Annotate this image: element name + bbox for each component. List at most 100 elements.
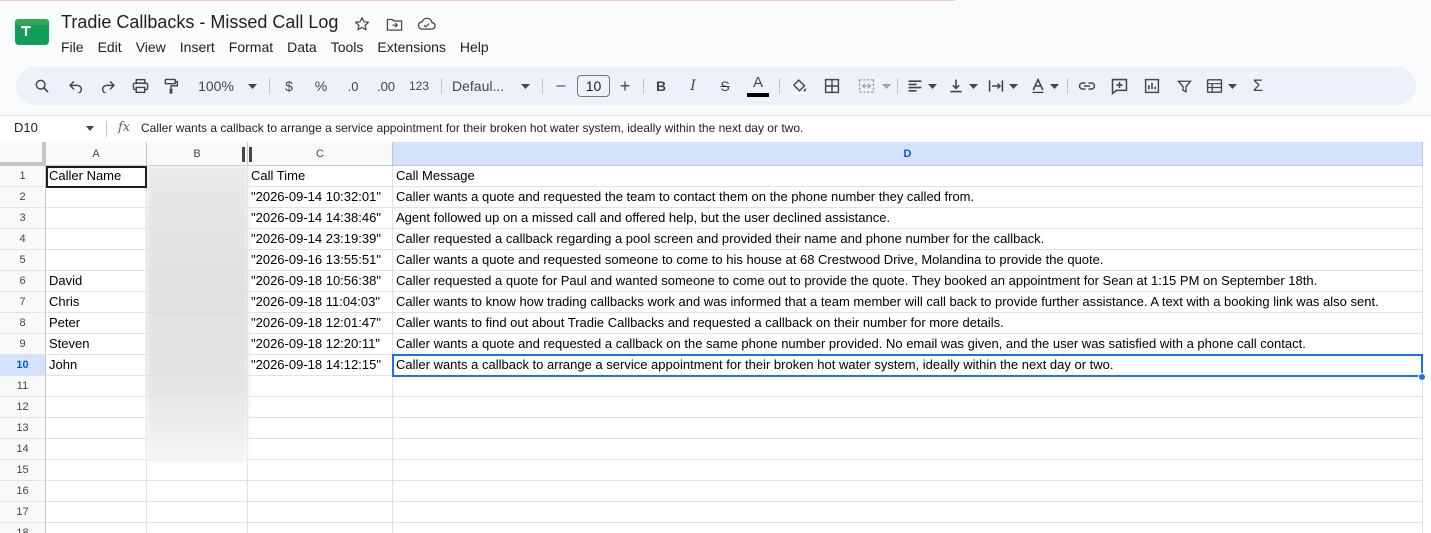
cell-b17[interactable] (147, 502, 248, 523)
sheet-grid[interactable]: A B C D 1 Caller Name Call Time Call Messag… (0, 142, 1431, 533)
cell-c3[interactable]: "2026-09-14 14:38:46" (248, 208, 393, 229)
functions-button[interactable]: Σ (1248, 67, 1268, 105)
vertical-align-icon[interactable] (946, 67, 966, 105)
row-header[interactable]: 17 (0, 502, 46, 523)
column-header-a[interactable]: A (46, 142, 147, 166)
row-header[interactable]: 18 (0, 523, 46, 533)
merge-chevron-down-icon[interactable] (880, 67, 892, 105)
cell-c7[interactable]: "2026-09-18 11:04:03" (248, 292, 393, 313)
horizontal-align-icon[interactable] (905, 67, 925, 105)
row-header[interactable]: 1 (0, 166, 46, 187)
menu-file[interactable]: File (54, 38, 91, 56)
column-header-c[interactable]: C (248, 142, 393, 166)
document-title[interactable]: Tradie Callbacks - Missed Call Log (61, 12, 338, 33)
zoom-select[interactable]: 100% (194, 67, 238, 105)
cell-a16[interactable] (46, 481, 147, 502)
paint-format-icon[interactable] (161, 67, 181, 105)
insert-chart-icon[interactable] (1142, 67, 1162, 105)
cell-d7[interactable]: Caller wants to know how trading callbac… (393, 292, 1423, 313)
fill-handle[interactable] (1418, 373, 1426, 381)
text-color-button[interactable]: A (747, 67, 769, 105)
cell-d1[interactable]: Call Message (393, 166, 1423, 187)
cell-d18[interactable] (393, 523, 1423, 533)
print-icon[interactable] (130, 67, 150, 105)
decrease-font-size-button[interactable]: – (553, 67, 569, 105)
cell-a8[interactable]: Peter (46, 313, 147, 334)
row-header[interactable]: 4 (0, 229, 46, 250)
cell-c9[interactable]: "2026-09-18 12:20:11" (248, 334, 393, 355)
cell-a10[interactable]: John (46, 355, 147, 376)
cell-c6[interactable]: "2026-09-18 10:56:38" (248, 271, 393, 292)
row-header[interactable]: 9 (0, 334, 46, 355)
valign-chevron-down-icon[interactable] (967, 67, 979, 105)
font-chevron-down-icon[interactable] (519, 67, 531, 105)
search-menus-icon[interactable] (32, 67, 52, 105)
row-header[interactable]: 2 (0, 187, 46, 208)
cell-a4[interactable] (46, 229, 147, 250)
row-header[interactable]: 13 (0, 418, 46, 439)
cell-b18[interactable] (147, 523, 248, 533)
row-header[interactable]: 11 (0, 376, 46, 397)
cell-c13[interactable] (248, 418, 393, 439)
text-wrapping-icon[interactable] (986, 67, 1006, 105)
cell-c14[interactable] (248, 439, 393, 460)
name-box-chevron-down-icon[interactable] (86, 126, 94, 131)
zoom-chevron-down-icon[interactable] (246, 67, 258, 105)
cell-a13[interactable] (46, 418, 147, 439)
row-header[interactable]: 10 (0, 355, 46, 376)
menu-edit[interactable]: Edit (91, 38, 129, 56)
cell-c16[interactable] (248, 481, 393, 502)
name-box[interactable]: D10 (14, 120, 38, 135)
column-header-d[interactable]: D (393, 142, 1423, 166)
borders-icon[interactable] (822, 67, 842, 105)
cell-c15[interactable] (248, 460, 393, 481)
strikethrough-button[interactable]: S (717, 67, 733, 105)
cell-a9[interactable]: Steven (46, 334, 147, 355)
increase-decimal-button[interactable]: .00 (374, 67, 398, 105)
column-header-b[interactable]: B (147, 142, 248, 166)
bold-button[interactable]: B (653, 67, 669, 105)
row-header[interactable]: 7 (0, 292, 46, 313)
cell-a15[interactable] (46, 460, 147, 481)
column-resize-handle-icon[interactable] (241, 147, 253, 162)
move-folder-icon[interactable] (384, 14, 404, 34)
cell-a18[interactable] (46, 523, 147, 533)
cell-a14[interactable] (46, 439, 147, 460)
cell-d14[interactable] (393, 439, 1423, 460)
insert-comment-icon[interactable] (1109, 67, 1129, 105)
cell-d5[interactable]: Caller wants a quote and requested someo… (393, 250, 1423, 271)
cell-b16[interactable] (147, 481, 248, 502)
cell-a3[interactable] (46, 208, 147, 229)
filter-views-icon[interactable] (1204, 67, 1224, 105)
menu-help[interactable]: Help (453, 38, 496, 56)
insert-link-icon[interactable] (1077, 67, 1097, 105)
cell-c11[interactable] (248, 376, 393, 397)
sheets-logo-icon[interactable] (15, 19, 49, 45)
align-chevron-down-icon[interactable] (926, 67, 938, 105)
cell-a11[interactable] (46, 376, 147, 397)
cell-c18[interactable] (248, 523, 393, 533)
menu-tools[interactable]: Tools (324, 38, 371, 56)
row-header[interactable]: 8 (0, 313, 46, 334)
filter-views-chevron-down-icon[interactable] (1226, 67, 1238, 105)
cell-d13[interactable] (393, 418, 1423, 439)
row-header[interactable]: 6 (0, 271, 46, 292)
cell-d17[interactable] (393, 502, 1423, 523)
formula-input[interactable]: Caller wants a callback to arrange a ser… (141, 121, 803, 135)
cell-c10[interactable]: "2026-09-18 14:12:15" (248, 355, 393, 376)
menu-insert[interactable]: Insert (173, 38, 222, 56)
menu-view[interactable]: View (129, 38, 173, 56)
more-formats-button[interactable]: 123 (407, 67, 431, 105)
cell-c5[interactable]: "2026-09-16 13:55:51" (248, 250, 393, 271)
row-header[interactable]: 16 (0, 481, 46, 502)
cell-a7[interactable]: Chris (46, 292, 147, 313)
italic-button[interactable]: I (685, 67, 701, 105)
cell-a17[interactable] (46, 502, 147, 523)
filter-icon[interactable] (1174, 67, 1194, 105)
cell-d2[interactable]: Caller wants a quote and requested the t… (393, 187, 1423, 208)
row-header[interactable]: 5 (0, 250, 46, 271)
cell-d6[interactable]: Caller requested a quote for Paul and wa… (393, 271, 1423, 292)
cell-a5[interactable] (46, 250, 147, 271)
star-icon[interactable] (352, 14, 372, 34)
format-percent-button[interactable]: % (312, 67, 330, 105)
